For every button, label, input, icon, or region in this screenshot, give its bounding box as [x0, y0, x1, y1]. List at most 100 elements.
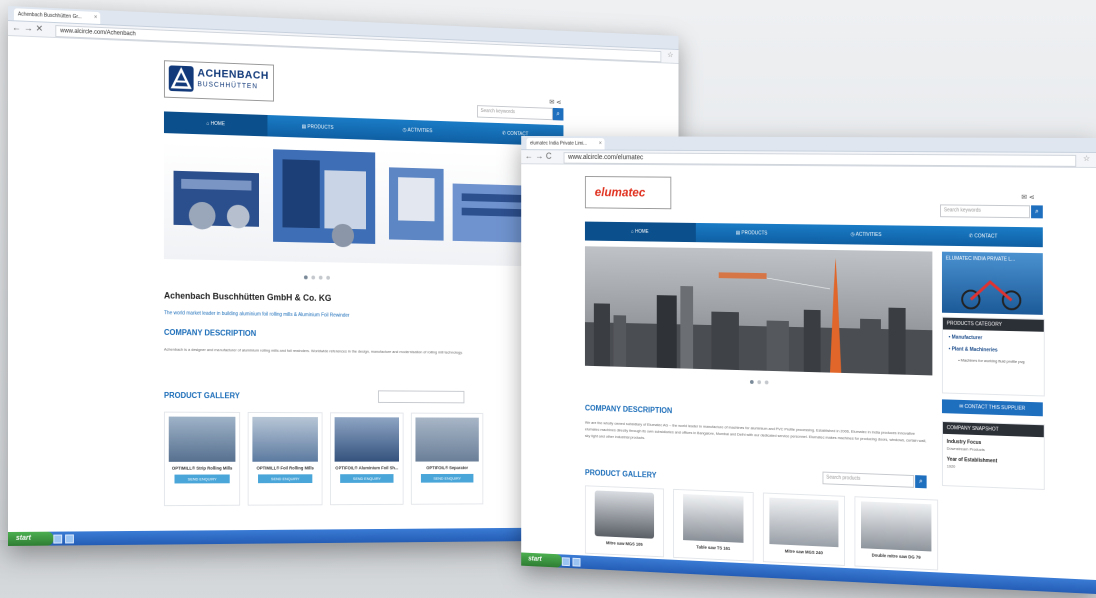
- nav-products[interactable]: ▤ PRODUCTS: [695, 223, 808, 244]
- send-enquiry-button[interactable]: SEND ENQUIRY: [421, 474, 473, 483]
- nav-products[interactable]: ▤ PRODUCTS: [267, 115, 368, 140]
- company-snapshot-panel: COMPANY SNAPSHOT Industry Focus Downstre…: [942, 421, 1045, 490]
- nav-home-label: HOME: [635, 229, 649, 235]
- close-tab-icon[interactable]: ×: [94, 12, 97, 24]
- nav-contact-label: CONTACT: [974, 233, 997, 239]
- start-button[interactable]: start: [521, 552, 562, 567]
- bookmark-star-icon[interactable]: ☆: [667, 50, 673, 59]
- reload-icon[interactable]: ✕: [36, 23, 43, 34]
- gallery-search-input[interactable]: [378, 390, 464, 403]
- start-button[interactable]: start: [8, 532, 53, 546]
- product-name: OPTIMILL® Foil Rolling Mills: [249, 466, 322, 471]
- search-button[interactable]: ⌕: [553, 108, 564, 121]
- category-label: Machines for working fluid profile pvg: [961, 357, 1025, 364]
- product-image: [335, 417, 399, 461]
- logo-emblem-icon: [169, 65, 194, 91]
- carousel-dot[interactable]: [326, 276, 330, 280]
- elumatec-logo[interactable]: elumatec: [585, 176, 671, 209]
- carousel-dot[interactable]: [319, 276, 323, 280]
- category-subitem[interactable]: • Machines for working fluid profile pvg: [943, 354, 1044, 369]
- carousel-dots[interactable]: [304, 275, 330, 279]
- send-enquiry-button[interactable]: SEND ENQUIRY: [175, 474, 230, 483]
- product-name: OPTIFOIL® Aluminium Foil Sh...: [331, 465, 403, 470]
- product-image: [861, 501, 931, 551]
- hero-banner-image: [585, 246, 932, 375]
- logo-text-sub: BUSCHHÜTTEN: [197, 81, 258, 90]
- company-description-title: COMPANY DESCRIPTION: [164, 328, 256, 338]
- gallery-search-input[interactable]: Search products: [822, 472, 914, 488]
- product-card[interactable]: Double mitre saw DG 79: [854, 496, 938, 570]
- nav-home[interactable]: ⌂ HOME: [585, 222, 695, 243]
- browser-window-elumatec: elumatec India Private Limi... × ← → C w…: [521, 136, 1096, 594]
- forward-icon[interactable]: →: [535, 151, 543, 160]
- nav-products-label: PRODUCTS: [307, 124, 333, 131]
- mail-share-icons[interactable]: ✉ ⋖: [1021, 193, 1034, 201]
- carousel-dot[interactable]: [750, 380, 754, 384]
- forward-icon[interactable]: →: [24, 23, 33, 33]
- taskbar-icon[interactable]: [562, 557, 570, 566]
- carousel-dots[interactable]: [750, 380, 768, 384]
- nav-activities-label: ACTIVITIES: [408, 128, 433, 135]
- product-gallery-title: PRODUCT GALLERY: [585, 468, 657, 479]
- search-input[interactable]: Search keywords: [477, 105, 553, 120]
- taskbar-icon[interactable]: [65, 534, 74, 543]
- carousel-dot[interactable]: [757, 380, 761, 384]
- nav-activities[interactable]: ◷ ACTIVITIES: [368, 118, 467, 142]
- product-image: [769, 498, 838, 548]
- logo-text: elumatec: [595, 185, 646, 200]
- send-enquiry-button[interactable]: SEND ENQUIRY: [258, 474, 312, 483]
- product-card[interactable]: OPTIMILL® Foil Rolling Mills SEND ENQUIR…: [248, 412, 323, 506]
- send-enquiry-button[interactable]: SEND ENQUIRY: [340, 474, 393, 483]
- product-card[interactable]: Table saw TS 161: [673, 489, 754, 562]
- category-label: Manufacturer: [952, 335, 983, 342]
- achenbach-logo[interactable]: ACHENBACH BUSCHHÜTTEN: [164, 60, 274, 101]
- company-description-text: We are the wholly owned subsidiary of El…: [585, 419, 927, 451]
- product-name: Double mitre saw DG 79: [855, 552, 937, 561]
- product-card[interactable]: Mitre saw MGS 105: [585, 485, 664, 557]
- nav-activities-label: ACTIVITIES: [856, 232, 882, 238]
- nav-home[interactable]: ⌂ HOME: [164, 111, 267, 136]
- carousel-dot[interactable]: [765, 380, 769, 384]
- gallery-search-button[interactable]: ⌕: [915, 475, 926, 488]
- nav-activities[interactable]: ◷ ACTIVITIES: [808, 224, 924, 245]
- company-description-text: Achenbach is a designer and manufacturer…: [164, 346, 569, 357]
- contact-button-label: CONTACT THIS SUPPLIER: [965, 404, 1026, 412]
- product-name: Mitre saw MGS 240: [764, 548, 844, 557]
- mail-share-icons[interactable]: ✉ ⋖: [549, 98, 561, 106]
- supplier-banner-title: ELUMATEC INDIA PRIVATE L...: [946, 256, 1015, 263]
- product-image: [415, 417, 478, 461]
- hero-banner-image: [164, 141, 569, 267]
- product-image: [595, 490, 654, 538]
- product-gallery-title: PRODUCT GALLERY: [164, 391, 240, 400]
- carousel-dot[interactable]: [311, 276, 315, 280]
- reload-icon[interactable]: C: [546, 151, 552, 160]
- search-button[interactable]: ⌕: [1031, 205, 1043, 218]
- product-image: [683, 494, 743, 543]
- bookmark-star-icon[interactable]: ☆: [1083, 154, 1090, 163]
- product-card[interactable]: OPTIFOIL® Separator SEND ENQUIRY: [411, 413, 483, 505]
- logo-text-main: ACHENBACH: [197, 67, 268, 81]
- taskbar-icon[interactable]: [53, 535, 62, 544]
- product-name: OPTIFOIL® Separator: [412, 465, 483, 470]
- browser-tab[interactable]: elumatec India Private Limi... ×: [526, 138, 604, 150]
- taskbar-icon[interactable]: [572, 558, 580, 567]
- back-icon[interactable]: ←: [525, 151, 533, 160]
- close-tab-icon[interactable]: ×: [599, 138, 602, 149]
- product-card[interactable]: OPTIMILL® Strip Rolling Mills SEND ENQUI…: [164, 412, 240, 506]
- product-card[interactable]: Mitre saw MGS 240: [763, 493, 845, 567]
- back-icon[interactable]: ←: [12, 22, 21, 32]
- product-card[interactable]: OPTIFOIL® Aluminium Foil Sh... SEND ENQU…: [330, 412, 404, 505]
- search-input[interactable]: Search keywords: [940, 204, 1030, 218]
- nav-products-label: PRODUCTS: [741, 230, 767, 236]
- products-category-panel: PRODUCTS CATEGORY • Manufacturer • Plant…: [942, 317, 1045, 397]
- contact-supplier-button[interactable]: ✉ CONTACT THIS SUPPLIER: [942, 399, 1043, 416]
- product-name: OPTIMILL® Strip Rolling Mills: [165, 466, 239, 471]
- company-name: Achenbach Buschhütten GmbH & Co. KG: [164, 291, 331, 303]
- nav-contact[interactable]: ✆ CONTACT: [924, 226, 1043, 247]
- supplier-banner: ELUMATEC INDIA PRIVATE L...: [942, 252, 1043, 315]
- company-description-title: COMPANY DESCRIPTION: [585, 404, 672, 415]
- company-tagline: The world market leader in building alum…: [164, 310, 349, 318]
- carousel-dot[interactable]: [304, 275, 308, 279]
- tab-title: Achenbach Buschhütten Gr...: [18, 11, 82, 20]
- product-image: [169, 417, 236, 462]
